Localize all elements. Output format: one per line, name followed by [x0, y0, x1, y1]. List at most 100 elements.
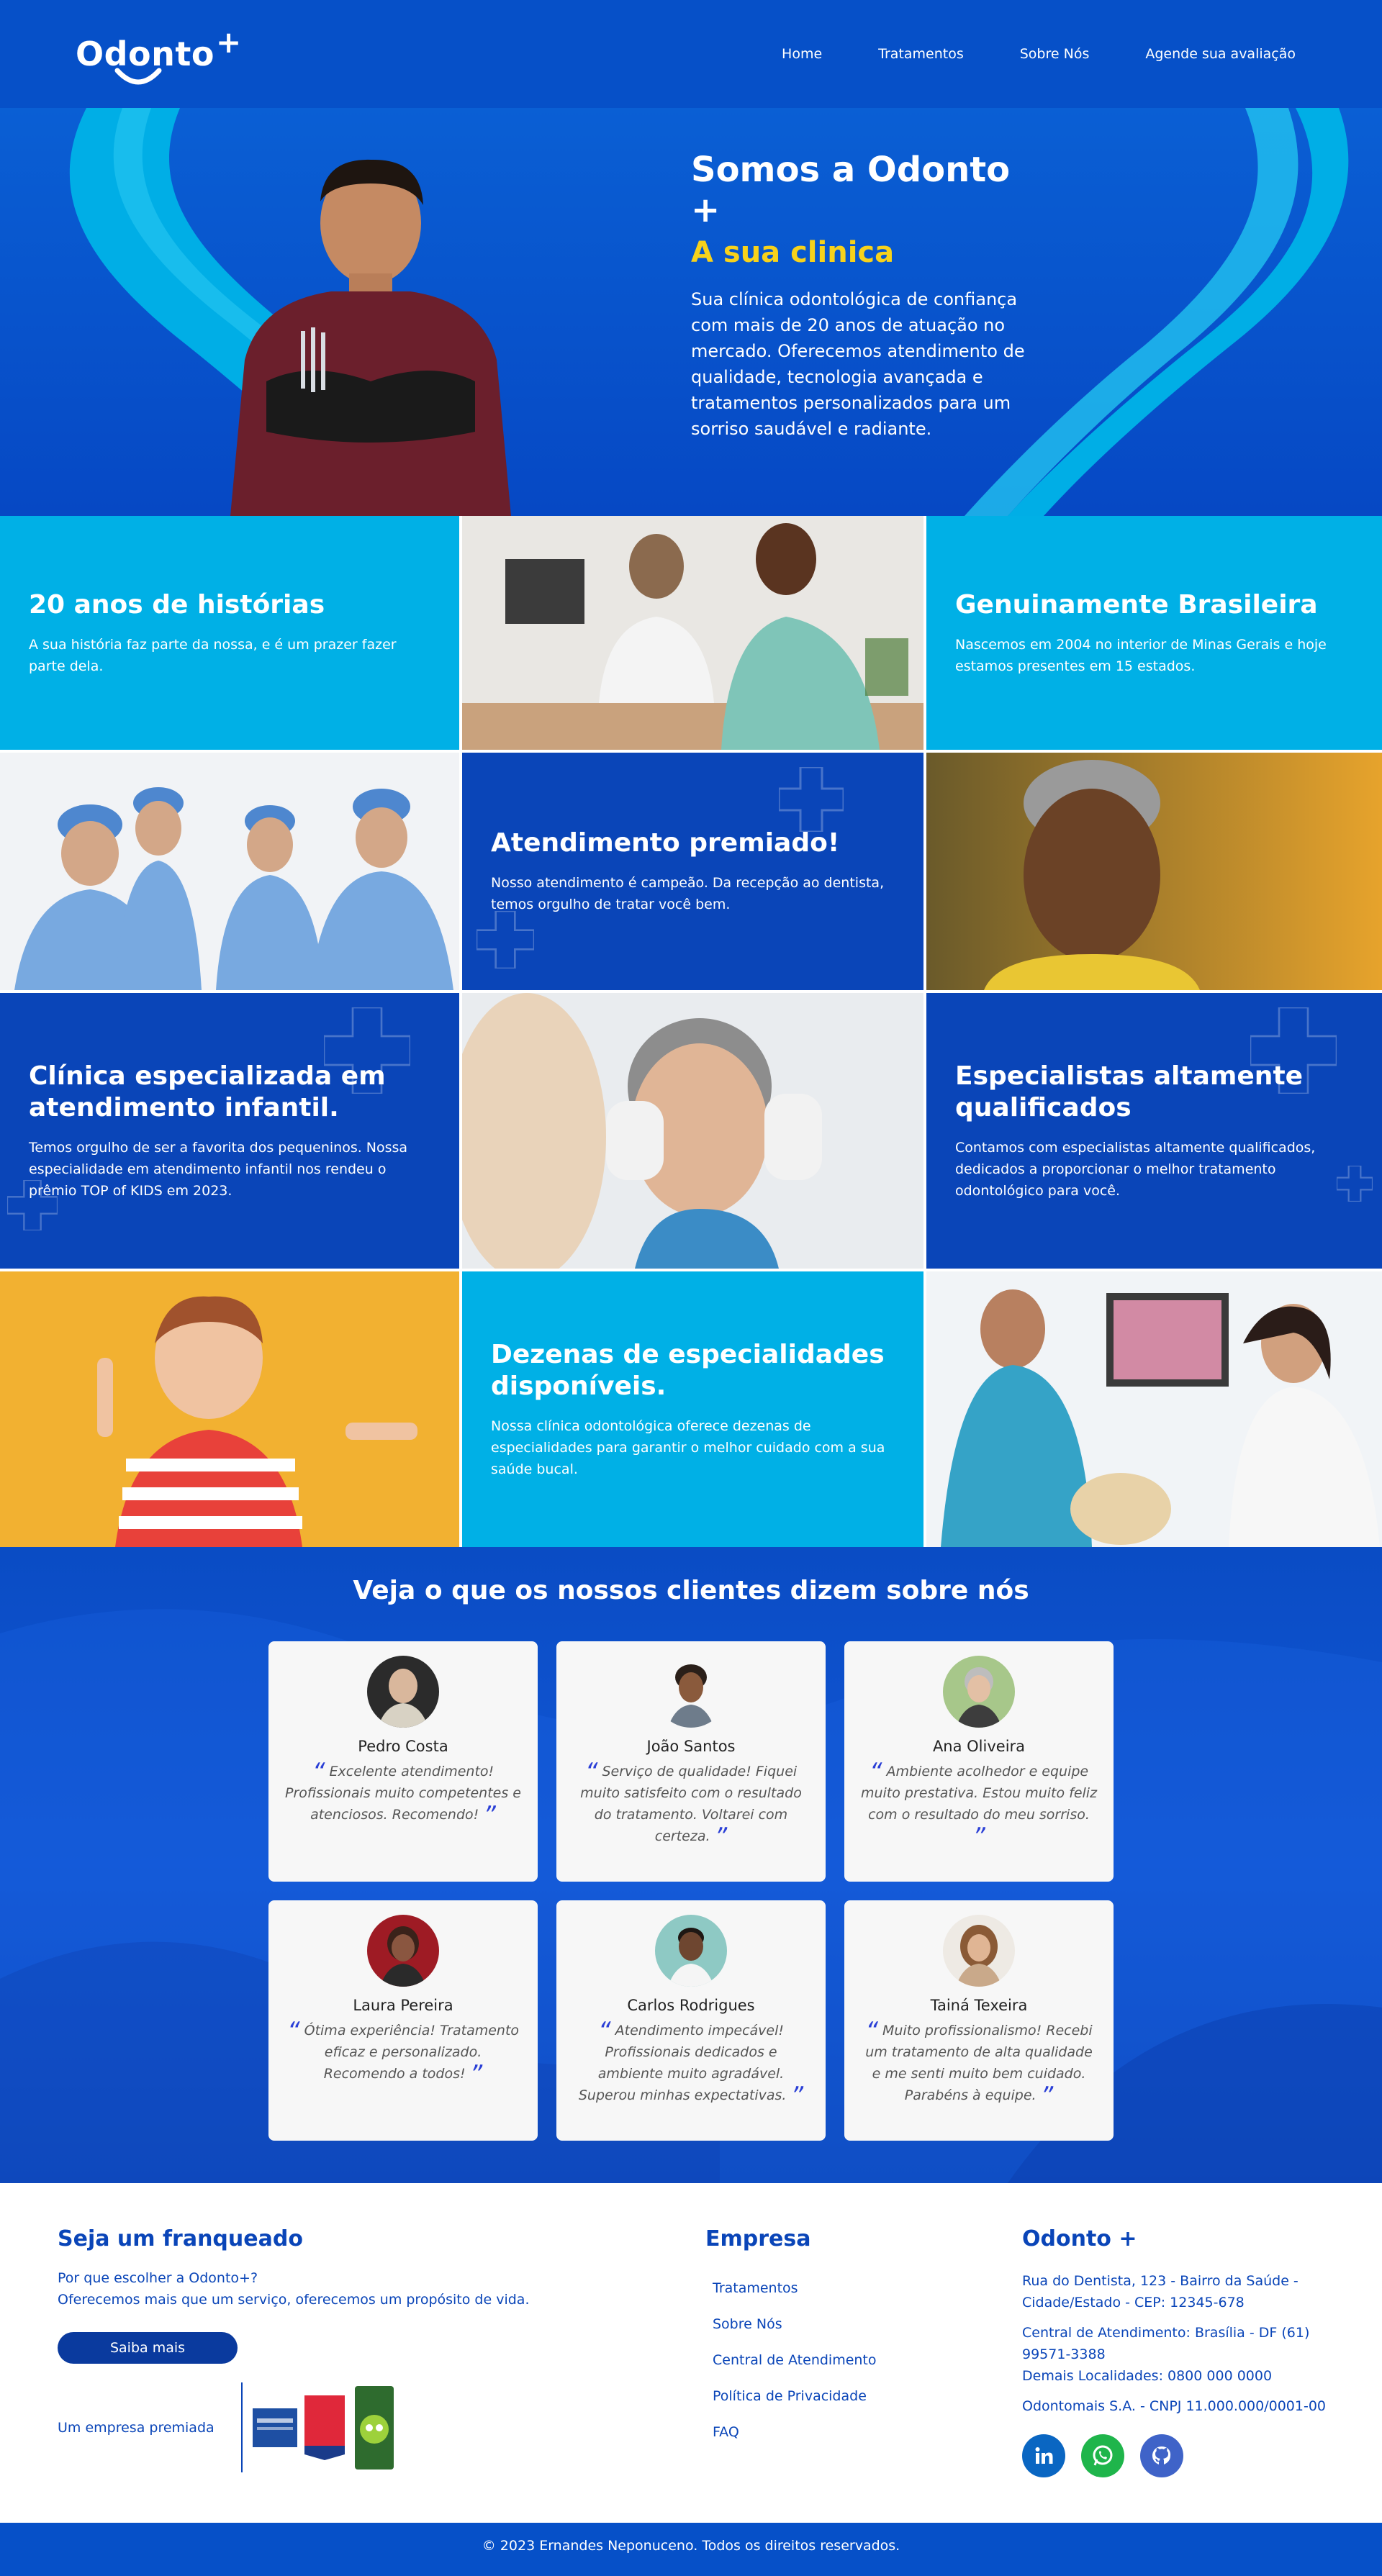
child-photo [0, 1271, 459, 1547]
contact-cnpj: Odontomais S.A. - CNPJ 11.000.000/0001-0… [1022, 2398, 1327, 2414]
testimonial-quote: “ Muito profissionalismo! Recebi um trat… [865, 2017, 1093, 2110]
award-label: Um empresa premiada [58, 2419, 214, 2436]
testimonial-card: Tainá Texeira “ Muito profissionalismo! … [844, 1900, 1114, 2141]
feature-premiado: Atendimento premiado! Nosso atendimento … [462, 753, 923, 990]
testimonial-card: João Santos “ Serviço de qualidade! Fiqu… [556, 1641, 826, 1882]
contact-phone-other: Demais Localidades: 0800 000 0000 [1022, 2368, 1273, 2384]
feature-title: Dezenas de especialidades disponíveis. [491, 1339, 885, 1401]
feature-text: Nascemos em 2004 no interior de Minas Ge… [955, 636, 1327, 674]
quote-open-icon: “ [312, 1758, 325, 1787]
quote-close-icon: ” [483, 1801, 496, 1830]
awards-row: Um empresa premiada [58, 2382, 605, 2472]
whatsapp-icon[interactable] [1081, 2434, 1124, 2477]
company-title: Empresa [705, 2226, 811, 2251]
feature-title: 20 anos de histórias [29, 589, 325, 620]
reception-photo [462, 516, 923, 750]
feature-infantil: Clínica especializada em atendimento inf… [0, 993, 459, 1269]
feature-text: A sua história faz parte da nossa, e é u… [29, 636, 397, 674]
testimonial-quote: “ Ótima experiência! Tratamento eficaz e… [286, 2017, 520, 2089]
testimonial-name: João Santos [646, 1738, 736, 1755]
testimonial-name: Laura Pereira [353, 1997, 453, 2014]
feature-title: Atendimento premiado! [491, 828, 840, 858]
cross-decoration-icon [324, 1007, 410, 1094]
contact-address: Rua do Dentista, 123 - Bairro da Saúde -… [1022, 2273, 1299, 2310]
testimonial-quote: “ Atendimento impecável! Profissionais d… [578, 2017, 804, 2110]
nav-agende[interactable]: Agende sua avaliação [1145, 46, 1296, 62]
cross-decoration-icon [7, 1180, 58, 1230]
contact-title: Odonto + [1022, 2226, 1137, 2251]
testimonial-card: Carlos Rodrigues “ Atendimento impecável… [556, 1900, 826, 2141]
avatar [367, 1915, 439, 1987]
footer-link-sobre-nos[interactable]: Sobre Nós [705, 2306, 921, 2342]
testimonial-card: Laura Pereira “ Ótima experiência! Trata… [268, 1900, 538, 2141]
contact-phone-central: Central de Atendimento: Brasília - DF (6… [1022, 2325, 1310, 2362]
hero-copy: Somos a Odonto + A sua clinica Sua clíni… [691, 150, 1051, 442]
contact-column: Odonto + Rua do Dentista, 123 - Bairro d… [1022, 2226, 1332, 2477]
testimonial-quote: “ Serviço de qualidade! Fiquei muito sat… [580, 1758, 802, 1851]
main-nav: Home Tratamentos Sobre Nós Agende sua av… [782, 46, 1296, 62]
quote-open-icon: “ [584, 1758, 598, 1787]
quote-close-icon: ” [714, 1823, 728, 1851]
testimonial-quote: “ Excelente atendimento! Profissionais m… [285, 1758, 521, 1830]
testimonials-cards: Pedro Costa “ Excelente atendimento! Pro… [0, 1641, 1382, 2141]
hero-text: Sua clínica odontológica de confiança co… [691, 289, 1025, 439]
franchise-column: Seja um franqueado Por que escolher a Od… [58, 2226, 605, 2472]
quote-close-icon: ” [972, 1823, 985, 1851]
testimonial-quote: “ Ambiente acolhedor e equipe muito pres… [860, 1758, 1098, 1851]
testimonials-title: Veja o que os nossos clientes dizem sobr… [353, 1576, 1029, 1605]
quote-open-icon: “ [598, 2017, 611, 2046]
testimonial-name: Carlos Rodrigues [627, 1997, 755, 2014]
cross-decoration-icon [779, 767, 844, 832]
footer-link-central[interactable]: Central de Atendimento [705, 2342, 921, 2378]
nav-tratamentos[interactable]: Tratamentos [878, 46, 964, 62]
logo-plus: + [215, 24, 242, 60]
smile-icon [114, 68, 162, 85]
company-column: Empresa Tratamentos Sobre Nós Central de… [705, 2226, 921, 2450]
company-links: Tratamentos Sobre Nós Central de Atendim… [705, 2270, 921, 2450]
quote-open-icon: “ [869, 1758, 882, 1787]
nav-sobre-nos[interactable]: Sobre Nós [1020, 46, 1090, 62]
hero-subtitle: A sua clinica [691, 236, 895, 269]
logo[interactable]: Odonto + [76, 24, 241, 85]
site-footer: Seja um franqueado Por que escolher a Od… [0, 2183, 1382, 2523]
saiba-mais-button[interactable]: Saiba mais [58, 2332, 238, 2364]
testimonial-name: Tainá Texeira [930, 1997, 1028, 2014]
linkedin-icon[interactable] [1022, 2434, 1065, 2477]
feature-text: Nosso atendimento é campeão. Da recepção… [491, 875, 885, 912]
avatar [943, 1656, 1015, 1728]
divider [241, 2382, 243, 2472]
cross-decoration-icon [1250, 1007, 1337, 1094]
franchise-line1: Por que escolher a Odonto+? [58, 2270, 258, 2286]
award-badge-excelencia-icon [253, 2408, 297, 2447]
avatar [943, 1915, 1015, 1987]
nav-home[interactable]: Home [782, 46, 822, 62]
footer-link-tratamentos[interactable]: Tratamentos [705, 2270, 921, 2306]
cross-decoration-icon [477, 911, 534, 969]
avatar [655, 1915, 727, 1987]
quote-open-icon: “ [865, 2017, 878, 2046]
cross-decoration-icon [1337, 1166, 1373, 1202]
dentist-photo [230, 159, 511, 516]
dental-procedure-photo [926, 1271, 1382, 1547]
testimonial-name: Ana Oliveira [932, 1738, 1026, 1755]
senior-woman-photo [926, 753, 1382, 990]
quote-close-icon: ” [1040, 2082, 1054, 2110]
feature-text: Nossa clínica odontológica oferece dezen… [491, 1418, 885, 1477]
site-header: Odonto + Home Tratamentos Sobre Nós Agen… [0, 0, 1382, 108]
footer-link-faq[interactable]: FAQ [705, 2414, 921, 2450]
social-links [1022, 2434, 1332, 2477]
feature-brasileira: Genuinamente Brasileira Nascemos em 2004… [926, 516, 1382, 750]
quote-close-icon: ” [790, 2082, 804, 2110]
testimonials-section: Veja o que os nossos clientes dizem sobr… [0, 1547, 1382, 2183]
testimonial-card: Pedro Costa “ Excelente atendimento! Pro… [268, 1641, 538, 1882]
avatar [367, 1656, 439, 1728]
feature-especialidades: Dezenas de especialidades disponíveis. N… [462, 1271, 923, 1547]
copyright-bar: © 2023 Ernandes Neponuceno. Todos os dir… [0, 2523, 1382, 2576]
github-icon[interactable] [1140, 2434, 1183, 2477]
award-badge-kids-icon [355, 2385, 394, 2470]
hero-section: Somos a Odonto + A sua clinica Sua clíni… [0, 108, 1382, 516]
quote-close-icon: ” [469, 2060, 483, 2089]
quote-open-icon: “ [286, 2017, 300, 2046]
footer-link-privacidade[interactable]: Política de Privacidade [705, 2378, 921, 2414]
team-photo [0, 753, 459, 990]
